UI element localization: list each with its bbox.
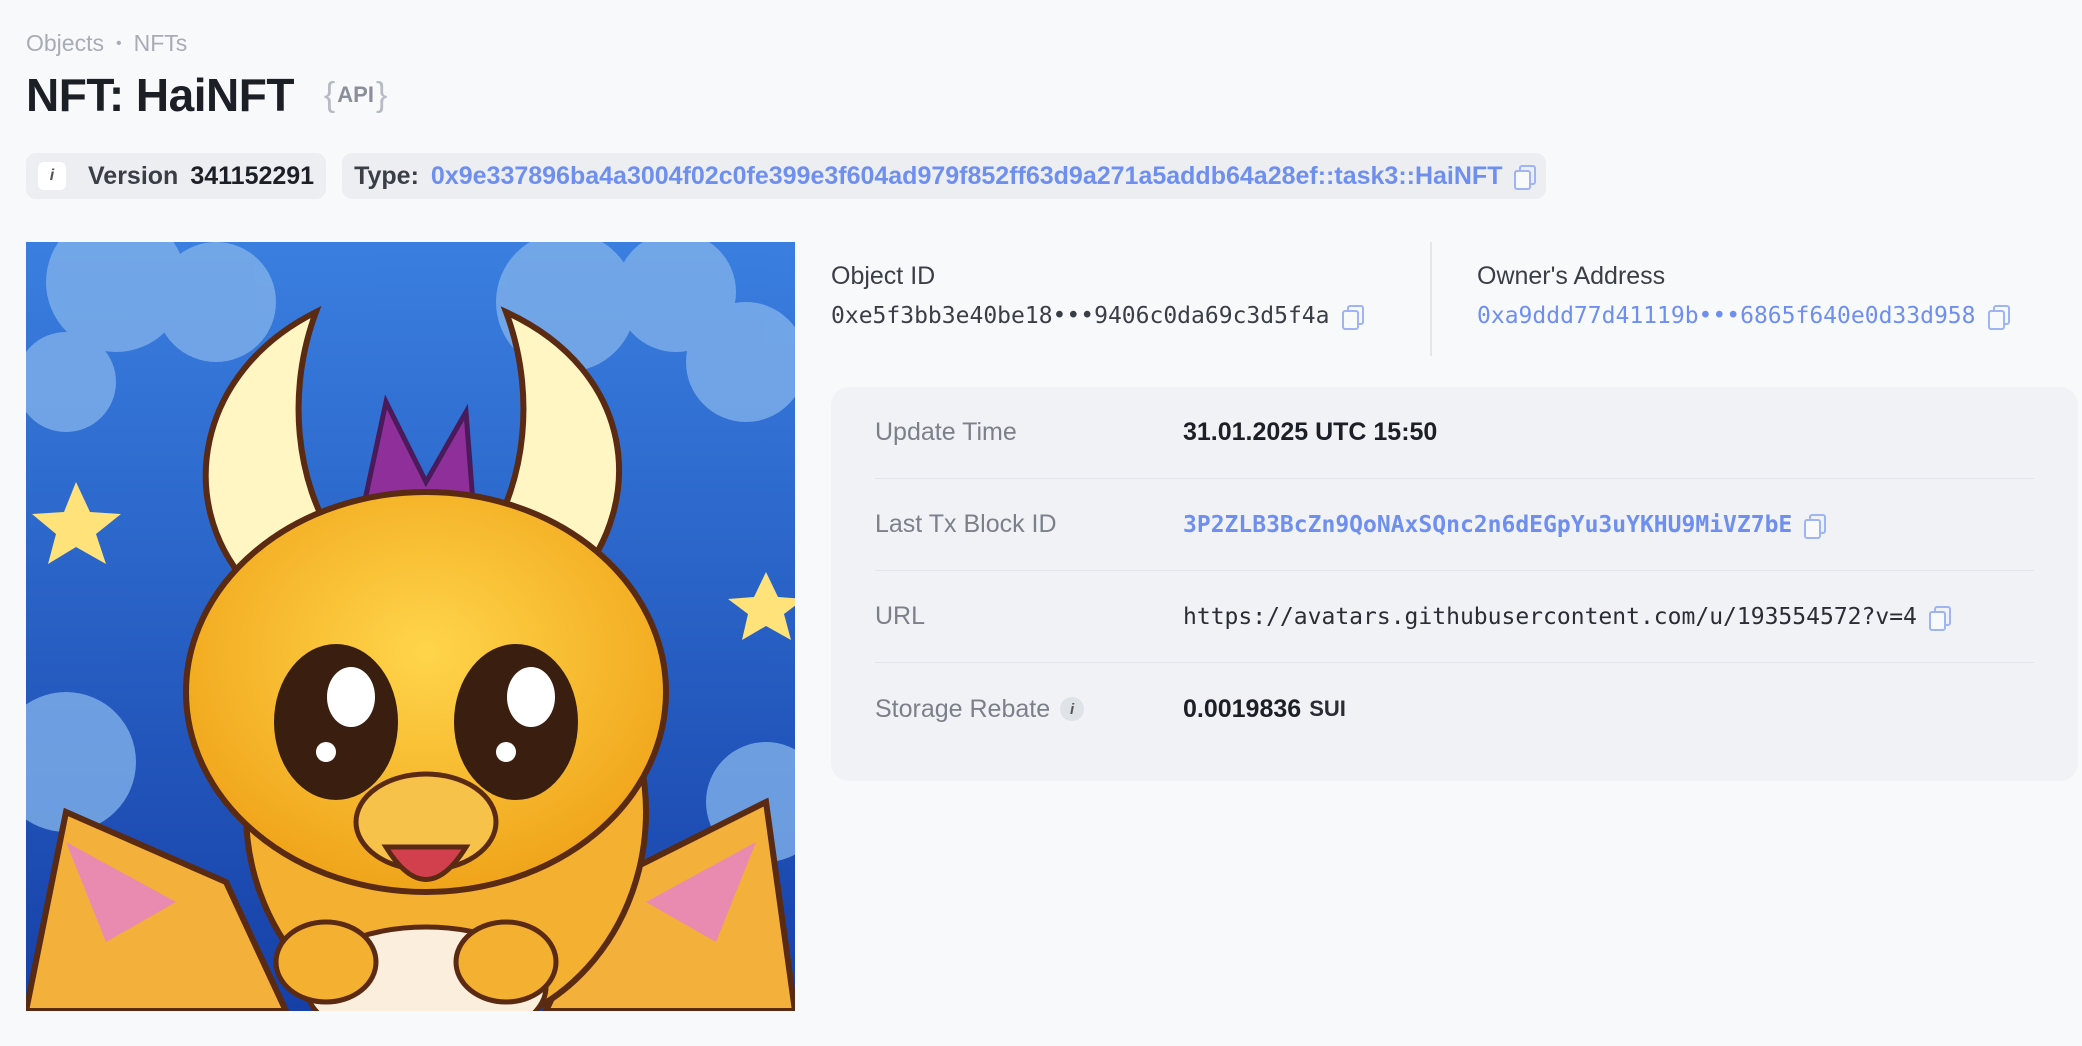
details-row: Update Time 31.01.2025 UTC 15:50 — [875, 387, 2034, 479]
dragon-illustration — [26, 242, 795, 1011]
storage-rebate-label: Storage Rebate — [875, 694, 1051, 723]
type-link[interactable]: 0x9e337896ba4a3004f02c0fe399e3f604ad979f… — [431, 162, 1503, 191]
details-row: URL https://avatars.githubusercontent.co… — [875, 571, 2034, 663]
info-icon[interactable]: i — [38, 162, 66, 190]
divider — [1430, 242, 1432, 356]
copy-icon[interactable] — [1986, 304, 2010, 330]
brace-left-icon: { — [323, 75, 336, 114]
api-link[interactable]: { API } — [324, 76, 387, 115]
copy-icon[interactable] — [1512, 164, 1537, 190]
copy-icon[interactable] — [1802, 513, 1827, 539]
owner-address-field: Owner's Address 0xa9ddd77d41119b•••6865f… — [1477, 262, 2010, 330]
nft-image — [26, 242, 795, 1011]
breadcrumb-nfts-link[interactable]: NFTs — [134, 30, 188, 57]
copy-icon[interactable] — [1340, 304, 1364, 330]
breadcrumb-separator: • — [115, 34, 122, 52]
version-pill: i Version 341152291 — [26, 153, 327, 199]
last-tx-link[interactable]: 3P2ZLB3BcZn9QoNAxSQnc2n6dEGpYu3uYKHU9MiV… — [1183, 512, 1792, 538]
url-text: https://avatars.githubusercontent.com/u/… — [1183, 603, 1917, 630]
brace-right-icon: } — [375, 75, 388, 114]
update-time-value: 31.01.2025 UTC 15:50 — [1183, 418, 1438, 446]
meta-pills: i Version 341152291 Type: 0x9e337896ba4a… — [26, 153, 1547, 199]
url-value: https://avatars.githubusercontent.com/u/… — [1183, 603, 1951, 631]
storage-rebate-unit: SUI — [1309, 696, 1346, 721]
version-label: Version — [88, 161, 179, 190]
object-id-label: Object ID — [831, 262, 936, 290]
owner-address-value: 0xa9ddd77d41119b•••6865f640e0d33d958 — [1477, 303, 2010, 330]
copy-icon[interactable] — [1927, 605, 1951, 631]
last-tx-label: Last Tx Block ID — [875, 510, 1057, 538]
owner-address-label: Owner's Address — [1477, 262, 1666, 290]
last-tx-value: 3P2ZLB3BcZn9QoNAxSQnc2n6dEGpYu3uYKHU9MiV… — [1183, 512, 1827, 539]
type-label: Type: — [354, 161, 419, 190]
storage-rebate-value-wrap: 0.0019836 SUI — [1183, 695, 1346, 724]
storage-rebate-value: 0.0019836 — [1183, 694, 1302, 723]
owner-address-link[interactable]: 0xa9ddd77d41119b•••6865f640e0d33d958 — [1477, 303, 1976, 329]
update-time-label: Update Time — [875, 418, 1017, 446]
version-value: 341152291 — [190, 161, 315, 190]
breadcrumb-objects-link[interactable]: Objects — [26, 30, 104, 57]
title-row: NFT: HaiNFT { API } — [26, 68, 387, 122]
object-id-text: 0xe5f3bb3e40be18•••9406c0da69c3d5f4a — [831, 303, 1330, 329]
details-row: Storage Rebate i 0.0019836 SUI — [875, 663, 2034, 755]
info-icon[interactable]: i — [1060, 697, 1085, 721]
page-title: NFT: HaiNFT — [26, 69, 294, 121]
breadcrumb: Objects • NFTs — [26, 30, 187, 57]
api-label: API — [337, 82, 374, 107]
type-pill: Type: 0x9e337896ba4a3004f02c0fe399e3f604… — [342, 153, 1547, 199]
object-id-field: Object ID 0xe5f3bb3e40be18•••9406c0da69c… — [831, 262, 1364, 330]
object-id-value: 0xe5f3bb3e40be18•••9406c0da69c3d5f4a — [831, 303, 1364, 330]
details-card: Update Time 31.01.2025 UTC 15:50 Last Tx… — [831, 387, 2078, 781]
storage-rebate-label-wrap: Storage Rebate i — [875, 695, 1183, 724]
details-row: Last Tx Block ID 3P2ZLB3BcZn9QoNAxSQnc2n… — [875, 479, 2034, 571]
url-label: URL — [875, 602, 926, 630]
